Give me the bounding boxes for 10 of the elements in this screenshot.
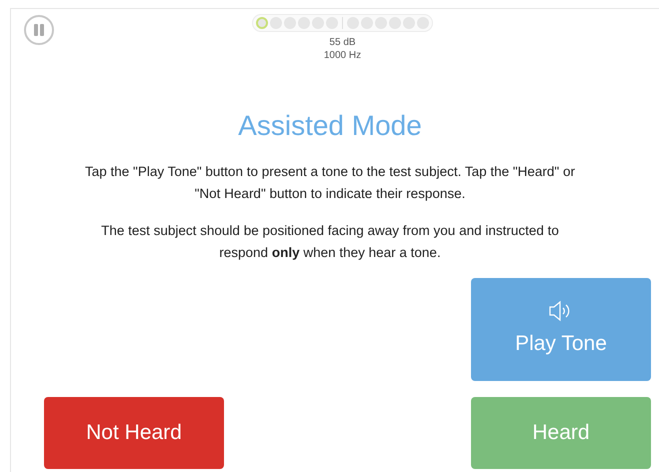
pause-icon [34, 24, 44, 36]
not-heard-button[interactable]: Not Heard [44, 397, 224, 469]
level-label: 55 dB [329, 36, 356, 49]
mode-title: Assisted Mode [238, 109, 422, 143]
instruction-text: The test subject should be positioned facing away from you and instructed to respond only when they hear a tone. [100, 222, 560, 262]
heard-button[interactable]: Heard [471, 397, 651, 469]
frequency-label: 1000 Hz [324, 49, 362, 62]
play-tone-button[interactable]: Play Tone [471, 278, 651, 381]
pause-button[interactable] [24, 15, 54, 45]
instruction-text: Tap the "Play Tone" button to present a tone to the test subject. Tap the "Heard" or "Not Heard" button to indicate their response. [84, 163, 576, 203]
